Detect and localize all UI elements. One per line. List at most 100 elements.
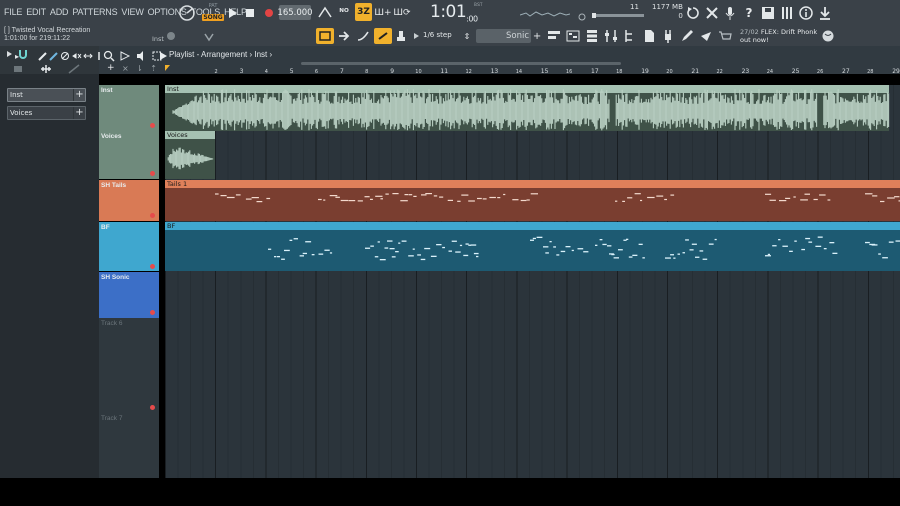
picker-item-voices[interactable]: Voices + — [7, 106, 86, 120]
playlist-title: Playlist - Arrangement › Inst › — [169, 50, 273, 59]
track-header-7[interactable]: Track 7 — [99, 413, 159, 478]
channel-knob-icon[interactable] — [165, 28, 177, 44]
track-mute-led[interactable] — [150, 405, 155, 410]
record-icon — [265, 9, 273, 17]
track-header-2[interactable]: Voices — [99, 131, 159, 179]
track-header-4[interactable]: BF — [99, 222, 159, 271]
pattern-clip-tails[interactable] — [165, 180, 900, 221]
expand-icon[interactable]: ⇡ — [150, 64, 157, 73]
arrow-right-icon[interactable] — [337, 29, 351, 43]
draw-tool-icon[interactable] — [38, 51, 48, 61]
track-mute-led[interactable] — [150, 123, 155, 128]
channel-rack-icon[interactable] — [584, 28, 600, 44]
pencil-tool-icon[interactable] — [679, 28, 695, 44]
menu-view[interactable]: VIEW — [121, 7, 143, 17]
loop-record-button[interactable]: 3Z — [355, 3, 372, 21]
track-lane-3[interactable]: Tails 1 — [165, 180, 900, 221]
pitch-knob-icon[interactable] — [203, 30, 215, 42]
track-header-1[interactable]: Inst — [99, 85, 159, 131]
note-mark — [391, 256, 396, 258]
snap-step-select[interactable]: 1/6 step — [423, 31, 452, 39]
pat-song-toggle[interactable]: PAT SONG — [202, 3, 224, 21]
pattern-clip-bf[interactable] — [165, 222, 900, 271]
slide-icon[interactable] — [356, 29, 370, 43]
pattern-selector[interactable]: Sonic — [476, 29, 531, 43]
add-track-icon[interactable]: + — [107, 63, 115, 73]
menu-add[interactable]: ADD — [50, 7, 69, 17]
cart-icon[interactable] — [717, 28, 733, 44]
track-mute-led[interactable] — [150, 310, 155, 315]
speaker-tool-icon[interactable] — [135, 50, 147, 62]
timeline-ruler[interactable]: 2 3 4 5 6 7 8 9 10 11 12 13 14 15 16 17 18 19 20 21 22 23 24 25… — [165, 65, 900, 75]
wait-record-icon[interactable]: ᴺᴼ — [336, 5, 352, 21]
picker-item-inst[interactable]: Inst + — [7, 88, 86, 102]
note-mark — [235, 194, 241, 196]
save-icon[interactable] — [760, 5, 776, 21]
piano-roll-icon[interactable] — [565, 28, 581, 44]
track-mute-led[interactable] — [150, 171, 155, 176]
snap-menu-icon[interactable] — [410, 29, 422, 43]
mute-tool-icon[interactable] — [71, 51, 82, 61]
record-button[interactable] — [261, 5, 277, 21]
audio-clip-inst[interactable] — [165, 85, 900, 131]
note-mark — [765, 193, 772, 195]
blend-notes-icon[interactable]: Ш⟳ — [393, 5, 410, 21]
stop-button[interactable] — [242, 5, 258, 21]
add-clip-icon[interactable]: + — [73, 89, 85, 101]
play-button[interactable] — [224, 5, 240, 21]
globe-icon[interactable] — [820, 28, 836, 44]
step-edit-icon[interactable]: Ш+ — [374, 5, 391, 21]
playlist-icon[interactable] — [546, 28, 562, 44]
note-mark — [708, 243, 714, 245]
project-file-icon[interactable] — [641, 28, 657, 44]
touch-controller-icon[interactable] — [698, 28, 714, 44]
note-mark — [895, 240, 900, 242]
delete-tool-icon[interactable] — [60, 51, 70, 61]
undo-icon[interactable] — [685, 5, 701, 21]
track-mute-led[interactable] — [150, 264, 155, 269]
plugin-plug-icon[interactable] — [660, 28, 676, 44]
menu-file[interactable]: FILE — [4, 7, 22, 17]
mixer-icon[interactable] — [779, 5, 795, 21]
note-mark — [408, 194, 413, 196]
master-volume-slider[interactable] — [592, 13, 644, 18]
playback-tool-icon[interactable] — [119, 50, 131, 62]
link-button[interactable] — [374, 28, 392, 44]
note-mark — [677, 253, 680, 255]
track-mute-led[interactable] — [150, 213, 155, 218]
track-lane-2[interactable]: Voices — [165, 131, 900, 179]
slip-tool-icon[interactable] — [83, 51, 93, 61]
zoom-tool-icon[interactable] — [103, 50, 115, 62]
add-clip-icon[interactable]: + — [73, 107, 85, 119]
menu-arrow-icon[interactable]: ▸ — [15, 52, 19, 61]
paint-tool-icon[interactable] — [49, 51, 59, 61]
menu-edit[interactable]: EDIT — [26, 7, 46, 17]
menu-patterns[interactable]: PATTERNS — [72, 7, 117, 17]
note-mark — [335, 196, 340, 198]
browser-tree-icon[interactable] — [622, 28, 638, 44]
note-mark — [865, 193, 873, 195]
help-icon[interactable]: ? — [741, 5, 757, 21]
song-position-display[interactable]: 1:01:00 B:S:T — [430, 2, 482, 23]
tempo-wheel-icon[interactable] — [178, 4, 196, 22]
close-icon[interactable]: × — [122, 64, 129, 73]
track-header-6[interactable]: Track 6 — [99, 318, 159, 413]
metronome-icon[interactable] — [317, 5, 333, 21]
mixer-faders-icon[interactable] — [603, 28, 619, 44]
snap-magnet-button[interactable] — [316, 28, 334, 44]
track-lane-4[interactable]: BF — [165, 222, 900, 271]
playlist-menu-icon[interactable] — [157, 50, 169, 62]
collapse-icon[interactable]: ⇂ — [136, 64, 143, 73]
track-lane-1[interactable]: Inst — [165, 85, 900, 131]
info-icon[interactable] — [798, 5, 814, 21]
news-panel[interactable]: 27/02 FLEX: Drift Phonk out now! — [740, 28, 817, 44]
microphone-icon[interactable] — [722, 5, 738, 21]
track-header-3[interactable]: SH Tails — [99, 180, 159, 221]
tempo-display[interactable]: 165.000 — [277, 5, 313, 20]
pattern-arrows-icon[interactable]: ⇕ — [461, 30, 473, 42]
add-pattern-icon[interactable]: + — [533, 30, 541, 42]
track-header-5[interactable]: SH Sonic — [99, 272, 159, 318]
tools-x-icon[interactable] — [704, 5, 720, 21]
stamp-icon[interactable] — [394, 29, 408, 43]
download-icon[interactable] — [817, 5, 833, 21]
